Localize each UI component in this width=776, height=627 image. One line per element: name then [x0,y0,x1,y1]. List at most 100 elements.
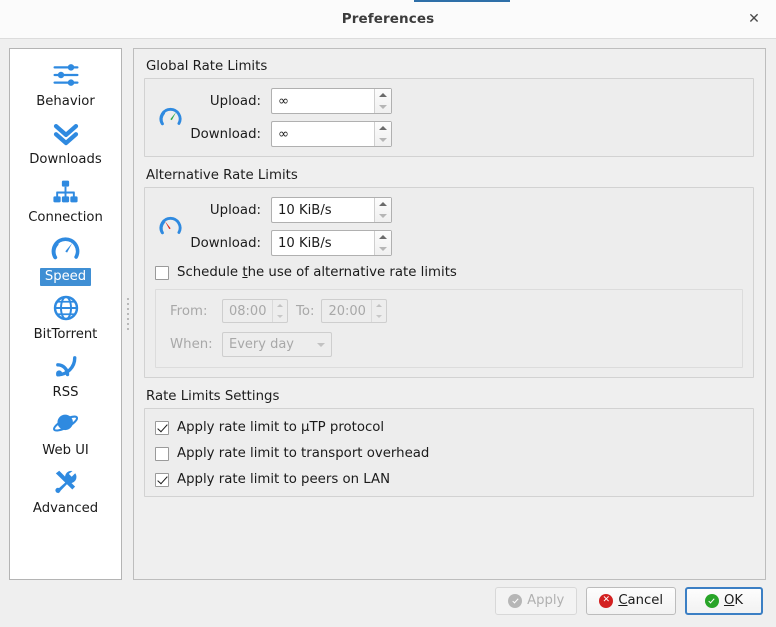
schedule-subpanel: From: 08:00 To: 20:00 When: Every day [155,289,743,368]
tools-icon [49,465,83,499]
ok-button[interactable]: OK [685,586,763,615]
sidebar-item-label: Speed [39,267,92,286]
sidebar-item-bittorrent[interactable]: BitTorrent [10,288,121,346]
double-chevron-down-icon [49,116,83,150]
schedule-from-stepper[interactable] [272,300,287,322]
window-title: Preferences [341,11,435,27]
stepper-up-icon[interactable] [372,300,386,311]
dialog-button-bar: Apply ✕ Cancel OK [0,580,776,627]
global-upload-row: Upload: ∞ [185,88,392,114]
schedule-checkbox-label: Schedule the use of alternative rate lim… [177,265,457,280]
sidebar-item-behavior[interactable]: Behavior [10,55,121,113]
global-download-label: Download: [190,126,261,142]
alt-upload-spinbox[interactable]: 10 KiB/s [271,197,392,223]
chevron-down-icon [317,342,325,347]
stepper-down-icon[interactable] [375,243,391,255]
stepper-up-icon[interactable] [375,198,391,210]
speedometer-green-icon [155,88,185,129]
global-upload-stepper[interactable] [374,89,391,113]
stepper-down-icon[interactable] [375,134,391,146]
alternative-rate-limits-title: Alternative Rate Limits [146,168,298,183]
schedule-to-value[interactable]: 20:00 [322,300,371,322]
rate-limits-settings-title: Rate Limits Settings [146,389,280,404]
cancel-button[interactable]: ✕ Cancel [586,586,676,615]
global-download-value[interactable]: ∞ [272,122,374,146]
schedule-from-value[interactable]: 08:00 [223,300,272,322]
sidebar-splitter-handle[interactable] [122,48,133,580]
peers-on-lan-label: Apply rate limit to peers on LAN [177,472,391,487]
global-download-stepper[interactable] [374,122,391,146]
stepper-up-icon[interactable] [375,231,391,243]
sidebar-item-rss[interactable]: RSS [10,346,121,404]
sidebar-item-web-ui[interactable]: Web UI [10,404,121,462]
transport-overhead-label: Apply rate limit to transport overhead [177,446,430,461]
utp-protocol-checkbox[interactable] [155,420,169,435]
transport-overhead-checkbox[interactable] [155,446,169,461]
window-accent-strip [414,0,510,2]
schedule-time-row: From: 08:00 To: 20:00 [170,299,732,323]
ok-button-label: OK [724,593,743,608]
apply-button-label: Apply [527,593,565,608]
alt-upload-row: Upload: 10 KiB/s [185,197,392,223]
global-download-row: Download: ∞ [185,121,392,147]
sidebar-item-label: RSS [52,384,79,400]
stepper-down-icon[interactable] [375,101,391,113]
alt-download-stepper[interactable] [374,231,391,255]
sidebar-item-label: Advanced [32,501,99,517]
stepper-up-icon[interactable] [375,89,391,101]
stepper-down-icon[interactable] [273,311,287,322]
peers-on-lan-checkbox[interactable] [155,472,169,487]
alt-download-label: Download: [190,235,261,251]
sidebar-item-downloads[interactable]: Downloads [10,113,121,171]
planet-icon [49,407,83,441]
utp-protocol-checkbox-row[interactable]: Apply rate limit to µTP protocol [155,420,743,435]
ok-label-rest: K [734,593,744,608]
speedometer-red-icon [155,197,185,238]
schedule-from-label: From: [170,303,208,319]
schedule-when-row: When: Every day [170,332,732,357]
sidebar-item-speed[interactable]: Speed [10,230,121,288]
sidebar-item-label: Connection [28,210,103,226]
schedule-checkbox-row[interactable]: Schedule the use of alternative rate lim… [155,265,743,280]
utp-protocol-label: Apply rate limit to µTP protocol [177,420,385,435]
schedule-to-label: To: [296,303,315,319]
global-upload-label: Upload: [209,93,261,109]
schedule-label-part1: Schedule [177,265,243,280]
apply-button[interactable]: Apply [495,586,578,615]
stepper-up-icon[interactable] [375,122,391,134]
network-tree-icon [49,174,83,208]
alt-upload-stepper[interactable] [374,198,391,222]
sidebar-item-advanced[interactable]: Advanced [10,462,121,520]
settings-sidebar[interactable]: Behavior Downloads Connection Speed BitT… [9,48,122,580]
schedule-from-spinbox[interactable]: 08:00 [222,299,288,323]
cancel-label-rest: ancel [627,593,663,608]
alt-upload-value[interactable]: 10 KiB/s [272,198,374,222]
schedule-to-stepper[interactable] [371,300,386,322]
alt-download-spinbox[interactable]: 10 KiB/s [271,230,392,256]
schedule-label-part2: he use of alternative rate limits [247,265,457,280]
cancel-button-label: Cancel [618,593,663,608]
schedule-to-spinbox[interactable]: 20:00 [321,299,388,323]
stepper-up-icon[interactable] [273,300,287,311]
check-circle-grey-icon [508,593,523,608]
speedometer-icon [49,233,83,267]
title-bar: Preferences ✕ [0,0,776,39]
alt-download-value[interactable]: 10 KiB/s [272,231,374,255]
transport-overhead-checkbox-row[interactable]: Apply rate limit to transport overhead [155,446,743,461]
sidebar-item-connection[interactable]: Connection [10,171,121,229]
sliders-icon [49,58,83,92]
alt-upload-label: Upload: [209,202,261,218]
sidebar-item-label: Web UI [42,443,89,459]
rate-limits-settings-group: Apply rate limit to µTP protocol Apply r… [144,408,754,497]
global-upload-spinbox[interactable]: ∞ [271,88,392,114]
close-icon[interactable]: ✕ [741,6,767,32]
stepper-down-icon[interactable] [372,311,386,322]
cancel-mnemonic: C [618,593,628,608]
schedule-checkbox[interactable] [155,265,169,280]
global-download-spinbox[interactable]: ∞ [271,121,392,147]
peers-on-lan-checkbox-row[interactable]: Apply rate limit to peers on LAN [155,472,743,487]
ok-mnemonic: O [723,593,735,608]
stepper-down-icon[interactable] [375,210,391,222]
schedule-when-select[interactable]: Every day [222,332,332,357]
global-upload-value[interactable]: ∞ [272,89,374,113]
